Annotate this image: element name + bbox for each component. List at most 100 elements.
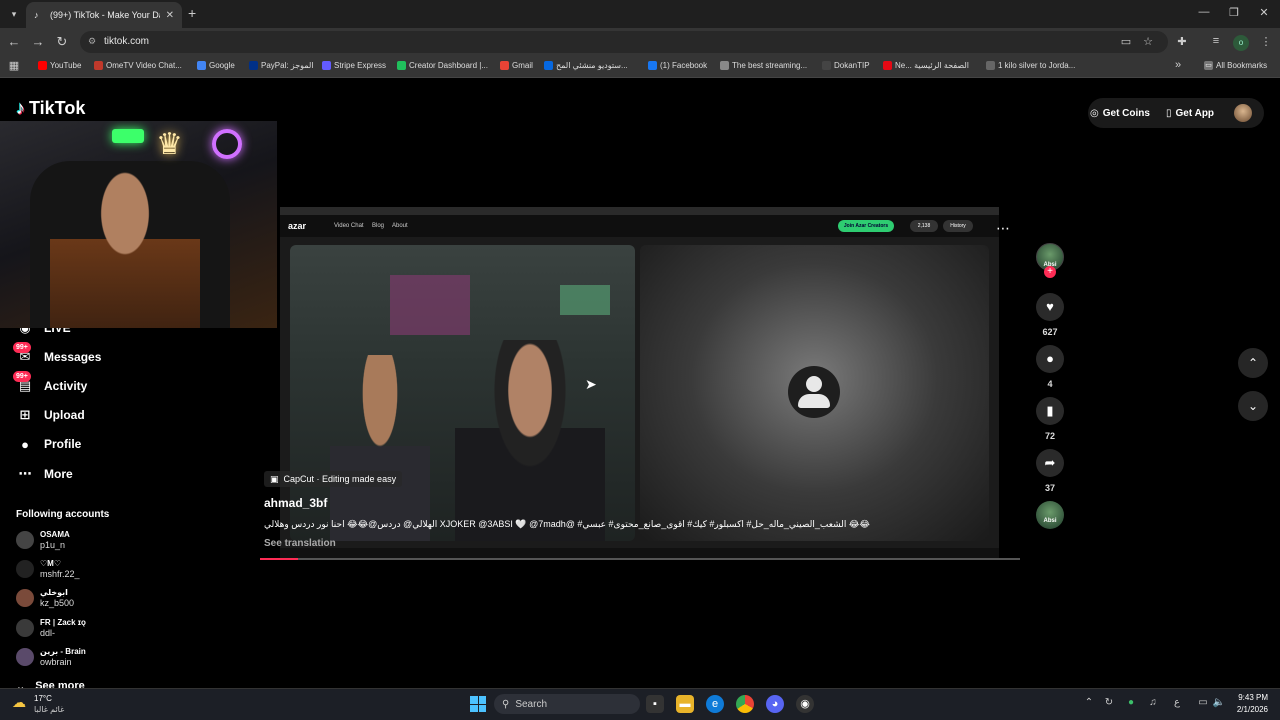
taskbar-search[interactable]: ⚲ Search [494,694,640,714]
bookmark-item[interactable]: ستوديو منشئي المح... [544,61,628,70]
previous-video-button[interactable]: ⌃ [1238,348,1268,378]
azar-history: History [943,220,973,232]
see-translation-link[interactable]: See translation [264,538,336,549]
url-text[interactable]: tiktok.com [104,36,149,47]
avatar [16,648,34,666]
user-avatar[interactable] [1234,104,1252,122]
bookmark-favicon-icon [322,61,331,70]
next-video-button[interactable]: ⌄ [1238,391,1268,421]
new-tab-icon[interactable]: + [188,6,196,20]
bookmark-item[interactable]: Google [197,61,235,70]
share-button[interactable]: ➦ [1036,449,1064,477]
video-progress-track[interactable] [260,558,1020,560]
bookmark-favicon-icon [986,61,995,70]
bookmark-favicon-icon [197,61,206,70]
back-icon[interactable]: ← [6,34,22,50]
video-author[interactable]: ahmad_3bf [264,496,327,510]
following-account[interactable]: برين - Brain owbrain [16,644,86,670]
sidebar-item-upload[interactable]: ⊞ Upload [16,404,85,426]
weather-description[interactable]: غائم غالبا [34,705,64,714]
upload-icon: ⊞ [19,407,31,422]
tab-title: (99+) TikTok - Make Your Day [50,10,160,20]
clock-time[interactable]: 9:43 PM [1232,693,1268,702]
get-coins-button[interactable]: ◎ Get Coins [1090,101,1160,125]
weather-cloud-icon[interactable]: ☁ [12,694,26,711]
sidebar-item-label: Upload [44,408,85,422]
close-tab-icon[interactable]: ✕ [166,10,174,21]
bookmark-item[interactable]: PayPal: الموجز [249,61,314,70]
site-info-icon[interactable]: ⚙ [88,36,96,47]
follow-plus-icon[interactable]: + [1044,266,1056,278]
all-bookmarks[interactable]: ▭ All Bookmarks [1204,61,1267,70]
apps-grid-icon[interactable]: ▦ [6,59,22,72]
sidebar-item-more[interactable]: ⋯ More [16,463,73,485]
status-dot-icon[interactable]: ● [1124,697,1138,708]
weather-temp[interactable]: 17°C [34,694,52,703]
bookmark-favicon-icon [397,61,406,70]
sync-icon[interactable]: ↻ [1102,697,1116,708]
capcut-anchor[interactable]: ▣ CapCut · Editing made easy [264,471,403,487]
following-account[interactable]: ♡M♡ mshfr.22_ [16,556,80,582]
chrome-icon[interactable] [736,695,754,713]
like-button[interactable]: ♥ [1036,293,1064,321]
cast-icon[interactable]: ▭ [1118,35,1134,48]
sidebar-item-activity[interactable]: ▤ 99+ Activity [13,371,87,397]
edge-icon[interactable]: e [706,695,724,713]
save-button[interactable]: ▮ [1036,397,1064,425]
more-options-icon[interactable]: ⋯ [996,220,1010,237]
file-explorer-icon[interactable]: ▬ [676,695,694,713]
language-indicator[interactable]: ع [1170,697,1184,708]
bookmarks-overflow-icon[interactable]: » [1170,59,1186,71]
neon-sign-green [112,129,144,143]
discord-icon[interactable]: ◕ [766,695,784,713]
close-window-icon[interactable]: ✕ [1254,6,1274,19]
bookmark-item[interactable]: OmeTV Video Chat... [94,61,182,70]
network-icon[interactable]: ▭ [1196,697,1210,708]
bookmark-item[interactable]: (1) Facebook [648,61,707,70]
microphone-icon[interactable]: ♫ [1146,697,1160,708]
bookmark-item[interactable]: Creator Dashboard |... [397,61,488,70]
windows-start-icon[interactable] [470,696,486,712]
browser-profile-avatar[interactable]: o [1233,35,1249,51]
task-view-icon[interactable]: ▪ [646,695,664,713]
volume-icon[interactable]: 🔈 [1212,697,1226,708]
media-controls-icon[interactable]: ≡ [1208,35,1224,47]
following-account-name: FR | Zack ɪǫ [40,617,86,627]
tab-search-icon[interactable]: ▾ [6,6,22,22]
restore-icon[interactable]: ❐ [1224,6,1244,19]
music-disc-avatar[interactable]: Absi [1036,501,1064,529]
following-account[interactable]: FR | Zack ɪǫ ddl- [16,615,86,641]
tray-overflow-icon[interactable]: ⌃ [1082,697,1096,708]
get-app-label: Get App [1175,107,1215,119]
following-account[interactable]: ابوخلي kz_b500 [16,585,74,611]
sidebar-item-messages[interactable]: ✉ 99+ Messages [13,342,101,368]
browser-menu-icon[interactable]: ⋮ [1258,35,1274,48]
extensions-icon[interactable]: ✚ [1174,35,1190,48]
clock-date[interactable]: 2/1/2026 [1228,705,1268,714]
sidebar-item-profile[interactable]: ● Profile [16,433,81,455]
tiktok-favicon-icon: ♪ [34,10,39,20]
video-progress-fill [260,558,298,560]
bookmark-item[interactable]: Ne... الصفحة الرئيسية [883,61,969,70]
comment-button[interactable]: ● [1036,345,1064,373]
profile-icon: ● [21,436,29,452]
bookmark-item[interactable]: YouTube [38,61,81,70]
omnibox[interactable] [80,31,1168,53]
bookmark-item[interactable]: Gmail [500,61,533,70]
tiktok-logo[interactable]: ♪ TikTok [16,98,85,119]
bookmark-item[interactable]: Stripe Express [322,61,386,70]
following-account[interactable]: OSAMA p1u_n [16,527,70,553]
obs-icon[interactable]: ◉ [796,695,814,713]
following-account-username: mshfr.22_ [40,568,80,579]
forward-icon[interactable]: → [30,34,46,50]
following-account-text: برين - Brain owbrain [40,647,86,668]
bookmark-star-icon[interactable]: ☆ [1140,35,1156,48]
browser-tab[interactable]: ♪ (99+) TikTok - Make Your Day ✕ [26,2,182,28]
bookmark-item[interactable]: DokanTIP [822,61,870,70]
like-count: 627 [1042,327,1058,337]
bookmark-item[interactable]: 1 kilo silver to Jorda... [986,61,1075,70]
bookmark-item[interactable]: The best streaming... [720,61,807,70]
get-app-button[interactable]: ▯ Get App [1166,101,1228,125]
reload-icon[interactable]: ↻ [54,34,70,50]
minimize-icon[interactable]: — [1194,6,1214,18]
